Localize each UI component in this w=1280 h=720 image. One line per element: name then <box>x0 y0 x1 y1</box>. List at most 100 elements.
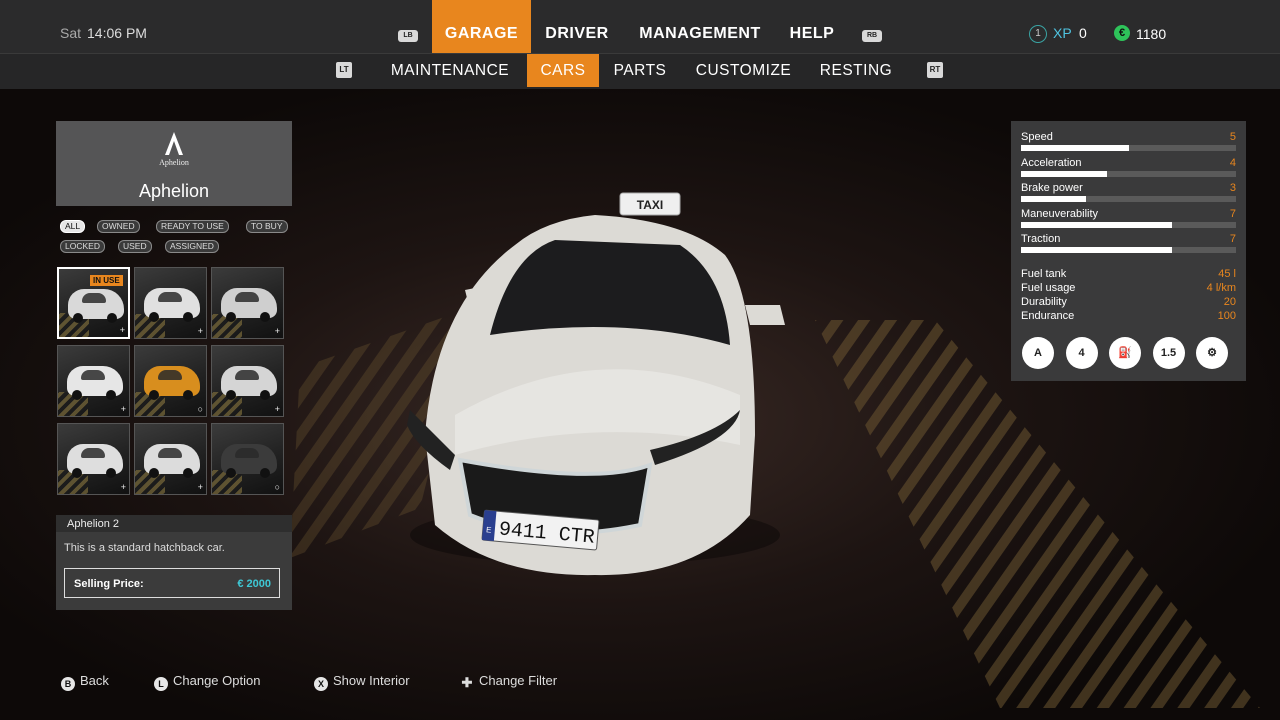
stat-value: 3 <box>1229 182 1236 194</box>
hint-change-option-label: Change Option <box>173 673 261 688</box>
selling-price-value: € 2000 <box>237 578 271 590</box>
subtab-cars[interactable]: CARS <box>527 54 599 87</box>
car-thumbnail[interactable]: + <box>134 267 207 339</box>
car-status-icon: + <box>274 326 280 336</box>
money-icon: € <box>1114 25 1130 41</box>
filter-locked[interactable]: LOCKED <box>60 240 105 253</box>
hint-back-label: Back <box>80 673 109 688</box>
hint-show-interior-label: Show Interior <box>333 673 410 688</box>
engine-size-icon: 1.5 <box>1152 337 1185 369</box>
hint-show-interior[interactable]: X Show Interior <box>314 673 410 691</box>
in-use-badge: IN USE <box>90 275 123 286</box>
four-seats-icon: 4 <box>1065 337 1098 369</box>
x-button-icon: X <box>314 677 328 691</box>
stat-bar-fill <box>1021 145 1129 151</box>
car-info-name: Aphelion 2 <box>67 518 119 530</box>
xp-label: XP <box>1053 25 1072 41</box>
car-thumbnail[interactable]: + <box>211 345 284 417</box>
left-stick-icon: L <box>154 677 168 691</box>
selling-price-label: Selling Price: <box>74 578 144 590</box>
tab-garage[interactable]: GARAGE <box>432 0 531 53</box>
filter-owned[interactable]: OWNED <box>97 220 140 233</box>
car-thumbnail[interactable]: ○ <box>134 345 207 417</box>
car-thumbnail[interactable]: + <box>57 423 130 495</box>
stat-row: Brake power 3 <box>1021 182 1236 208</box>
engine-icon: ⚙ <box>1196 337 1228 369</box>
tab-management[interactable]: MANAGEMENT <box>630 0 770 53</box>
spec-name: Fuel usage <box>1021 282 1076 294</box>
spec-name: Endurance <box>1021 310 1075 322</box>
brand-panel: Aphelion Aphelion <box>56 121 292 206</box>
stat-bar-fill <box>1021 221 1172 228</box>
stat-value: 7 <box>1229 233 1236 245</box>
car-thumbnail[interactable]: + <box>134 423 207 495</box>
spec-row: Fuel tank 45 l <box>1021 268 1236 282</box>
stat-name: Brake power <box>1021 182 1083 194</box>
spec-row: Durability 20 <box>1021 296 1236 310</box>
car-info-description: This is a standard hatchback car. <box>64 542 225 554</box>
taxi-sign-text: TAXI <box>637 198 663 212</box>
filter-assigned[interactable]: ASSIGNED <box>165 240 219 253</box>
car-thumbnail[interactable]: + <box>57 345 130 417</box>
level-badge: 1 <box>1029 25 1047 43</box>
clock: Sat 14:06 PM <box>60 25 147 41</box>
car-thumbnail[interactable]: ○ <box>211 423 284 495</box>
spec-row: Endurance 100 <box>1021 310 1236 324</box>
spec-name: Fuel tank <box>1021 268 1067 280</box>
car-status-icon: + <box>197 482 203 492</box>
money-value: 1180 <box>1136 26 1167 42</box>
clock-time: 14:06 PM <box>87 25 147 41</box>
spec-row: Fuel usage 4 l/km <box>1021 282 1236 296</box>
spec-value: 100 <box>1217 310 1236 322</box>
car-grid: IN USE + + + + ○ + + + ○ <box>57 267 287 495</box>
lb-button-icon[interactable]: LB <box>398 30 418 42</box>
brand-logo-text: Aphelion <box>159 158 189 167</box>
stat-bar <box>1021 221 1236 228</box>
rt-button-icon[interactable]: RT <box>927 62 943 78</box>
car-status-icon: ○ <box>197 404 203 414</box>
selling-price-box: Selling Price: € 2000 <box>64 568 280 598</box>
car-status-icon: + <box>119 325 125 335</box>
spec-value: 4 l/km <box>1206 282 1236 294</box>
filter-all[interactable]: ALL <box>60 220 86 233</box>
stat-row: Speed 5 <box>1021 131 1236 157</box>
stat-name: Maneuverability <box>1021 207 1099 220</box>
spec-value: 20 <box>1223 296 1236 308</box>
plate-country-code: E <box>486 525 492 534</box>
taxi-car-render[interactable]: TAXI 9411 CTR E <box>395 185 795 585</box>
tab-driver[interactable]: DRIVER <box>535 0 619 53</box>
filter-to-buy[interactable]: TO BUY <box>246 220 288 233</box>
filter-used[interactable]: USED <box>118 240 152 253</box>
tab-help[interactable]: HELP <box>781 0 843 53</box>
stat-bar <box>1021 196 1236 202</box>
stat-name: Acceleration <box>1021 156 1082 169</box>
fuel-type-icon: ⛽ <box>1109 337 1141 369</box>
hint-back[interactable]: B Back <box>61 673 109 691</box>
filter-ready-to-use[interactable]: READY TO USE <box>156 220 229 233</box>
spec-value: 45 l <box>1218 268 1236 280</box>
stat-bar-fill <box>1021 170 1107 177</box>
dpad-icon: ✚ <box>461 675 473 690</box>
car-info-panel: Aphelion 2 This is a standard hatchback … <box>56 515 292 610</box>
car-status-icon: ○ <box>274 482 280 492</box>
subtab-resting[interactable]: RESTING <box>811 54 901 87</box>
b-button-icon: B <box>61 677 75 691</box>
stat-bar <box>1021 170 1236 177</box>
stat-row: Traction 7 <box>1021 233 1236 259</box>
spec-name: Durability <box>1021 296 1067 308</box>
subtab-customize[interactable]: CUSTOMIZE <box>686 54 801 87</box>
car-status-icon: + <box>120 404 126 414</box>
stat-value: 4 <box>1229 156 1236 169</box>
hint-change-filter[interactable]: ✚ Change Filter <box>460 673 558 690</box>
lt-button-icon[interactable]: LT <box>336 62 352 78</box>
subtab-parts[interactable]: PARTS <box>605 54 675 87</box>
rb-button-icon[interactable]: RB <box>862 30 882 42</box>
car-thumbnail[interactable]: IN USE + <box>57 267 130 339</box>
hint-change-option[interactable]: L Change Option <box>154 673 260 691</box>
stat-bar <box>1021 247 1236 253</box>
car-thumbnail[interactable]: + <box>211 267 284 339</box>
subtab-maintenance[interactable]: MAINTENANCE <box>380 54 520 87</box>
stat-bar-fill <box>1021 196 1086 202</box>
hint-change-filter-label: Change Filter <box>479 673 558 688</box>
stat-row: Acceleration 4 <box>1021 157 1236 183</box>
